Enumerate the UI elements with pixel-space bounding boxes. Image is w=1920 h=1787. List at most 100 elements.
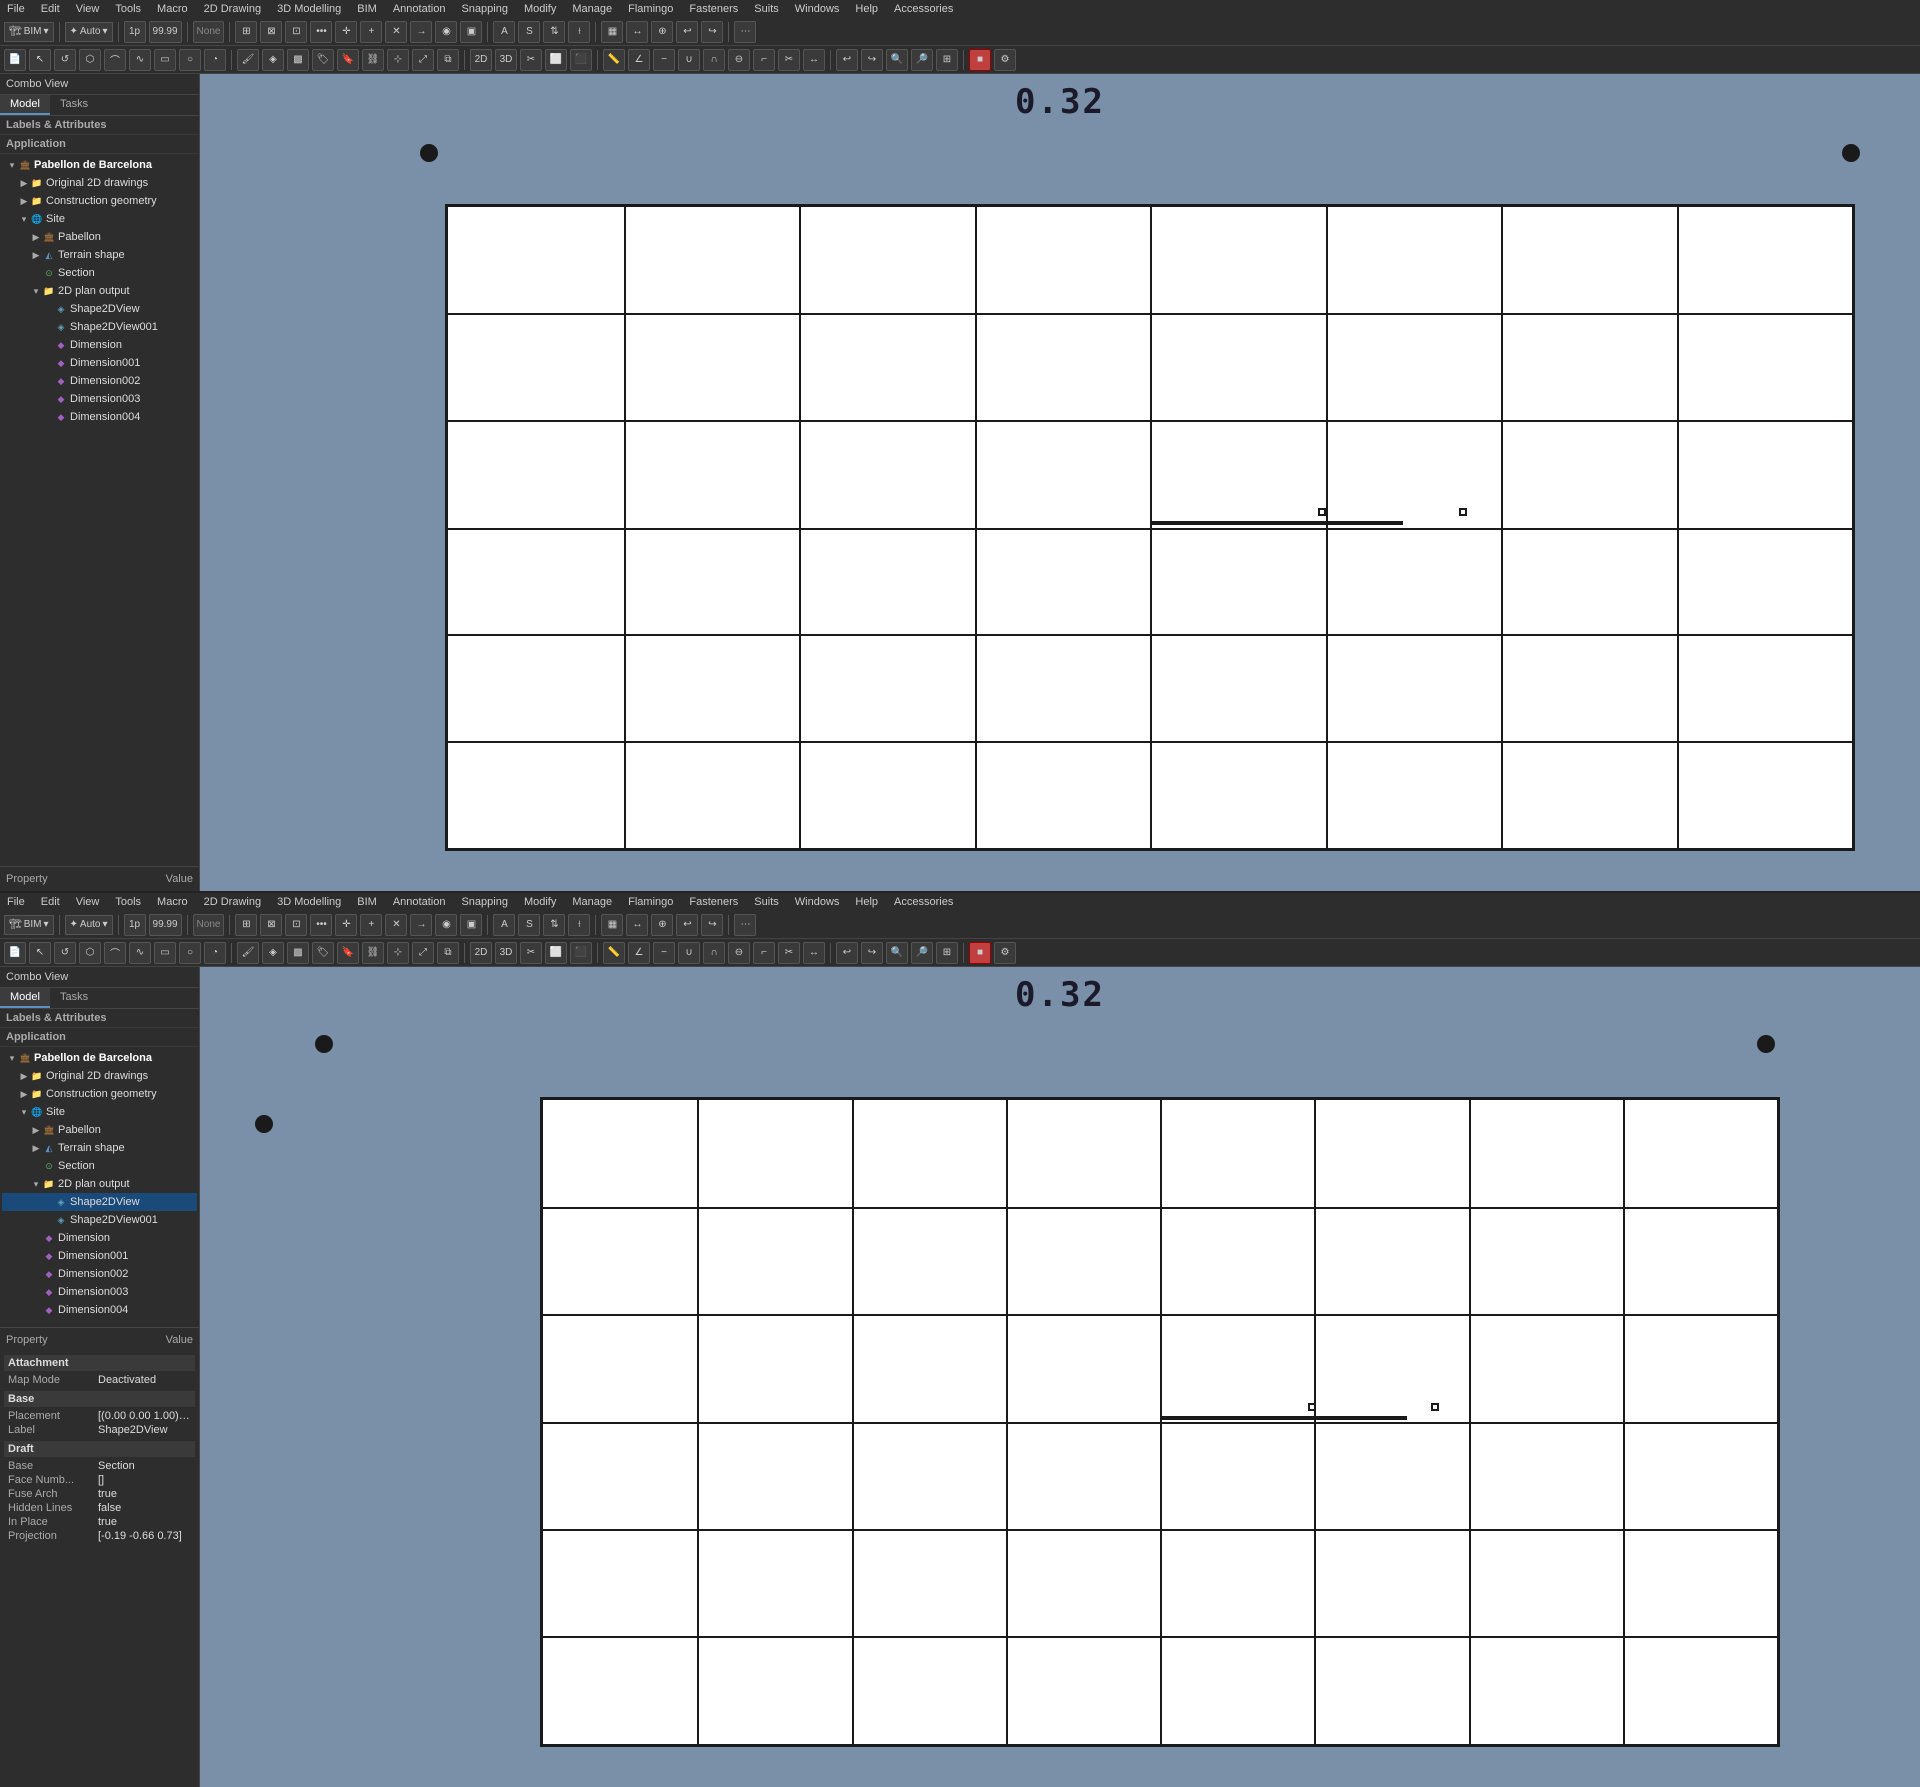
menu-modify-b[interactable]: Modify [521, 896, 559, 908]
tree-shape2dview001-top[interactable]: ◈ Shape2DView001 [2, 318, 197, 336]
menu-fasteners[interactable]: Fasteners [686, 3, 741, 15]
new-b[interactable]: 📄 [4, 942, 26, 964]
cursor-b[interactable]: ↖ [29, 942, 51, 964]
x-icon[interactable]: ✕ [385, 21, 407, 43]
menu-help-b[interactable]: Help [852, 896, 881, 908]
tree-arrow-root-bottom[interactable]: ▾ [6, 1053, 18, 1064]
union-icon[interactable]: ∪ [678, 49, 700, 71]
rect-icon[interactable]: ▭ [154, 49, 176, 71]
new-icon[interactable]: 📄 [4, 49, 26, 71]
hatch-icon[interactable]: ▩ [287, 49, 309, 71]
mode-selector-b[interactable]: ✦ Auto ▾ [65, 915, 113, 935]
tree-pabellon-bottom[interactable]: ▶ 🏛 Pabellon [2, 1121, 197, 1139]
spline-b[interactable]: ∿ [129, 942, 151, 964]
select-icon[interactable]: ⊹ [387, 49, 409, 71]
snap-grid-icon[interactable]: ••• [310, 21, 332, 43]
undo-b[interactable]: ↩ [676, 914, 698, 936]
mode-selector[interactable]: ✦ Auto ▾ [65, 22, 113, 42]
tree-arrow-2dplan-top[interactable]: ▾ [30, 286, 42, 297]
menu-accessories[interactable]: Accessories [891, 3, 956, 15]
menu-3dmodelling-b[interactable]: 3D Modelling [274, 896, 344, 908]
trim-icon[interactable]: ✂ [778, 49, 800, 71]
scale-icon[interactable]: ⊕ [651, 21, 673, 43]
snap-icon[interactable]: ⊠ [260, 21, 282, 43]
minus-icon[interactable]: − [653, 49, 675, 71]
floor-icon[interactable]: ⬜ [545, 49, 567, 71]
undo2-b[interactable]: ↩ [836, 942, 858, 964]
menu-edit-b[interactable]: Edit [38, 896, 63, 908]
tree-dim004-bottom[interactable]: ◆ Dimension004 [2, 1301, 197, 1319]
spline-icon[interactable]: ∿ [129, 49, 151, 71]
grid2-b[interactable]: ▦ [601, 914, 623, 936]
snap-b[interactable]: None [193, 914, 225, 936]
paint-b[interactable]: 🖌 [237, 942, 259, 964]
tree-dim002-bottom[interactable]: ◆ Dimension002 [2, 1265, 197, 1283]
tree-shape2dview-top[interactable]: ◈ Shape2DView [2, 300, 197, 318]
intersect-icon[interactable]: ∩ [703, 49, 725, 71]
settings-b[interactable]: ⚙ [994, 942, 1016, 964]
measure-b[interactable]: 📏 [603, 942, 625, 964]
text-a[interactable]: A [493, 21, 515, 43]
menu-view[interactable]: View [73, 3, 103, 15]
menu-suits[interactable]: Suits [751, 3, 781, 15]
tree-shape2dview-bottom[interactable]: ◈ Shape2DView [2, 1193, 197, 1211]
snap-indicator[interactable]: None [193, 21, 225, 43]
grid-b[interactable]: ⊞ [235, 914, 257, 936]
grid2-icon[interactable]: ▦ [601, 21, 623, 43]
handle-tr-top[interactable] [1842, 144, 1860, 162]
text-s-b[interactable]: S [518, 914, 540, 936]
tree-dim001-bottom[interactable]: ◆ Dimension001 [2, 1247, 197, 1265]
dim-icon[interactable]: ↔ [626, 21, 648, 43]
angle-b[interactable]: ∠ [628, 942, 650, 964]
subtract-b[interactable]: ⊖ [728, 942, 750, 964]
arrow-icon[interactable]: → [410, 21, 432, 43]
union-b[interactable]: ∪ [678, 942, 700, 964]
ortho-b[interactable]: ⊡ [285, 914, 307, 936]
snap-dots-b[interactable]: ••• [310, 914, 332, 936]
tree-terrain-bottom[interactable]: ▶ ◭ Terrain shape [2, 1139, 197, 1157]
tree-construction-bottom[interactable]: ▶ 📁 Construction geometry [2, 1085, 197, 1103]
redo-icon[interactable]: ↪ [701, 21, 723, 43]
arc-b[interactable]: ◔ [204, 942, 226, 964]
fit-icon[interactable]: ⊞ [936, 49, 958, 71]
obj-icon[interactable]: ▣ [460, 21, 482, 43]
text-s[interactable]: S [518, 21, 540, 43]
obj-b[interactable]: ▣ [460, 914, 482, 936]
intersect-b[interactable]: ∩ [703, 942, 725, 964]
menu-2ddrawing-b[interactable]: 2D Drawing [201, 896, 264, 908]
tree-arrow-site-b[interactable]: ▾ [18, 1107, 30, 1118]
copy-icon[interactable]: ⧉ [437, 49, 459, 71]
tree-dim-bottom[interactable]: ◆ Dimension [2, 1229, 197, 1247]
text-a-b[interactable]: A [493, 914, 515, 936]
zoom-level[interactable]: 99.99 [149, 21, 182, 43]
ortho-icon[interactable]: ⊡ [285, 21, 307, 43]
menu-3dmodelling[interactable]: 3D Modelling [274, 3, 344, 15]
menu-bim-b[interactable]: BIM [354, 896, 380, 908]
label-icon[interactable]: 🔖 [337, 49, 359, 71]
polygon-b[interactable]: ⬡ [79, 942, 101, 964]
tree-arrow-pabellon-b[interactable]: ▶ [30, 1125, 42, 1136]
cross-b[interactable]: ✛ [335, 914, 357, 936]
menu-view-b[interactable]: View [73, 896, 103, 908]
paint-icon[interactable]: 🖌 [237, 49, 259, 71]
menu-tools[interactable]: Tools [112, 3, 144, 15]
menu-manage[interactable]: Manage [569, 3, 615, 15]
arc-icon[interactable]: ◔ [204, 49, 226, 71]
zoom-out-icon[interactable]: 🔎 [911, 49, 933, 71]
tab-tasks-top[interactable]: Tasks [50, 95, 98, 115]
snap2-b[interactable]: ⊠ [260, 914, 282, 936]
circ-b[interactable]: ○ [179, 942, 201, 964]
fit-b[interactable]: ⊞ [936, 942, 958, 964]
move-b[interactable]: ⤢ [412, 942, 434, 964]
menu-annotation[interactable]: Annotation [390, 3, 449, 15]
tree-dim-top[interactable]: ◆ Dimension [2, 336, 197, 354]
handle-ml-bottom[interactable] [255, 1115, 273, 1133]
tree-construction-top[interactable]: ▶ 📁 Construction geometry [2, 192, 197, 210]
undo-icon[interactable]: ↩ [676, 21, 698, 43]
tree-arrow-terrain-b[interactable]: ▶ [30, 1143, 42, 1154]
3d-b[interactable]: 3D [495, 942, 517, 964]
hatch-b[interactable]: ▩ [287, 942, 309, 964]
grid-icon[interactable]: ⊞ [235, 21, 257, 43]
section-cut-icon[interactable]: ✂ [520, 49, 542, 71]
tree-dim003-bottom[interactable]: ◆ Dimension003 [2, 1283, 197, 1301]
